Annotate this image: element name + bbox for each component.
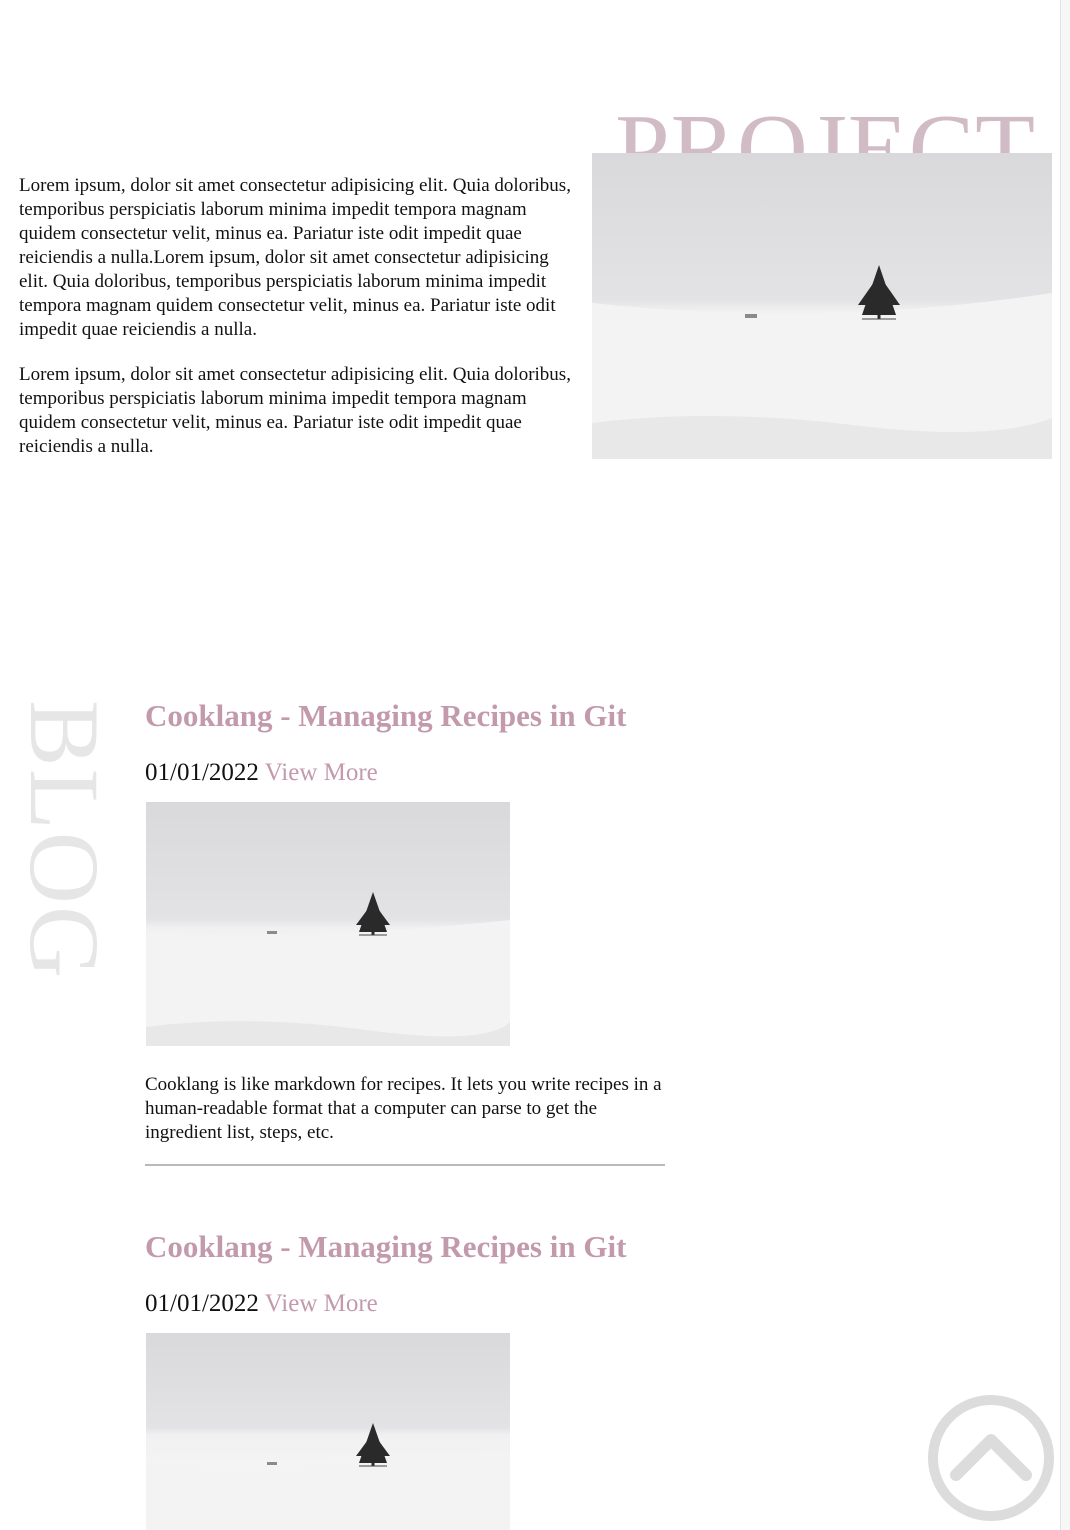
post-divider <box>145 1164 665 1166</box>
project-paragraph: Lorem ipsum, dolor sit amet consectetur … <box>19 364 571 457</box>
post-image <box>146 802 510 1046</box>
post-meta: 01/01/2022 View More <box>145 759 378 787</box>
post-title[interactable]: Cooklang - Managing Recipes in Git <box>145 698 626 734</box>
project-description: Lorem ipsum, dolor sit amet consectetur … <box>19 174 579 480</box>
view-more-link[interactable]: View More <box>265 1290 378 1317</box>
scroll-top-button[interactable] <box>926 1393 1056 1523</box>
post-title[interactable]: Cooklang - Managing Recipes in Git <box>145 1229 626 1265</box>
chevron-up-circle-icon <box>928 1395 1054 1521</box>
post-image <box>146 1333 510 1530</box>
page: PROJECT Lorem ipsum, dolor sit amet cons… <box>0 0 1070 1530</box>
blog-section-label: BLOG <box>9 700 120 981</box>
project-image <box>592 153 1052 459</box>
scrollbar[interactable] <box>1060 0 1070 1530</box>
view-more-link[interactable]: View More <box>265 759 378 786</box>
post-date: 01/01/2022 <box>145 759 259 786</box>
project-paragraph: Lorem ipsum, dolor sit amet consectetur … <box>19 175 571 340</box>
post-meta: 01/01/2022 View More <box>145 1290 378 1318</box>
post-date: 01/01/2022 <box>145 1290 259 1317</box>
post-excerpt: Cooklang is like markdown for recipes. I… <box>145 1074 662 1143</box>
